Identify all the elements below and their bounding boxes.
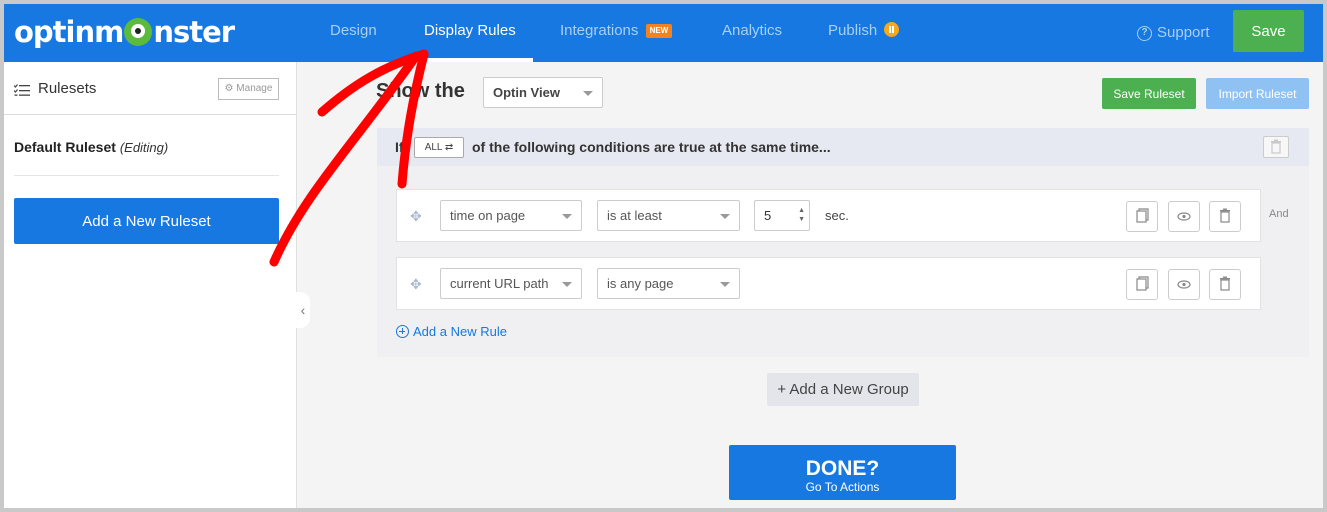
collapse-sidebar-tab[interactable]: ‹ [296,292,310,328]
match-all-toggle[interactable]: ALL ⇄ [414,137,464,158]
duplicate-rule-button[interactable] [1126,269,1158,300]
manage-button[interactable]: ⚙ Manage [218,78,279,100]
rule-field-value: current URL path [450,276,549,291]
save-ruleset-button[interactable]: Save Ruleset [1102,78,1196,109]
seconds-unit: sec. [825,208,849,223]
add-new-rule-link[interactable]: Add a New Rule [396,324,507,339]
nav-integrations[interactable]: Integrations NEW [560,4,673,62]
nav-publish-label: Publish [828,22,878,39]
rule-field-value: time on page [450,208,526,223]
nav-publish[interactable]: Publish [828,4,900,62]
manage-label: Manage [236,83,273,94]
view-select-value: Optin View [493,85,560,100]
delete-rule-button[interactable] [1209,269,1241,300]
nav-design[interactable]: Design [330,4,377,62]
drag-handle-icon[interactable]: ✥ [410,276,426,292]
trash-icon [1220,276,1230,291]
copy-icon [1136,208,1149,223]
rule-row-url-path: ✥ current URL path is any page [396,257,1261,310]
rule-operator-value: is at least [607,208,662,223]
done-title: DONE? [805,456,880,480]
app-frame: optinm nster Design Display Rules Integr… [4,4,1323,508]
seconds-value: 5 [764,208,772,223]
eye-icon [1177,212,1191,221]
nav-design-label: Design [330,22,377,39]
chevron-left-icon: ‹ [300,302,306,318]
preview-rule-button[interactable] [1168,269,1200,300]
ruleset-name: Default Ruleset [14,139,116,155]
import-ruleset-button[interactable]: Import Ruleset [1206,78,1309,109]
nav-display-rules[interactable]: Display Rules [407,4,533,62]
done-subtitle: Go To Actions [805,479,880,494]
nav-analytics-label: Analytics [722,22,783,39]
if-label: If [395,139,404,155]
chevron-down-icon [583,91,593,96]
add-new-group-button[interactable]: + Add a New Group [767,373,919,406]
rule-row-time-on-page: ✥ time on page is at least 5 ▲ ▼ sec. [396,189,1261,242]
seconds-input[interactable]: 5 ▲ ▼ [754,200,810,231]
ruleset-item-default[interactable]: Default Ruleset (Editing) [14,139,168,155]
chevron-down-icon [720,214,730,219]
question-icon: ? [1137,25,1152,41]
rule-field-select[interactable]: current URL path [440,268,582,299]
sidebar-header: Rulesets ⚙ Manage [4,62,296,115]
logo-text-left: optinm [14,15,124,49]
chevron-down-icon [562,214,572,219]
trash-icon [1271,139,1281,154]
nav-analytics[interactable]: Analytics [722,4,782,62]
checklist-icon [14,84,30,96]
pause-status-icon [884,22,900,37]
delete-group-button[interactable] [1263,136,1289,158]
rule-field-select[interactable]: time on page [440,200,582,231]
nav-display-rules-label: Display Rules [424,22,516,39]
add-new-ruleset-button[interactable]: Add a New Ruleset [14,198,279,244]
preview-rule-button[interactable] [1168,201,1200,232]
gear-icon: ⚙ [224,83,234,94]
sidebar-title: Rulesets [38,80,97,97]
view-select[interactable]: Optin View [483,77,603,108]
trash-icon [1220,208,1230,223]
drag-handle-icon[interactable]: ✥ [410,208,426,224]
plus-circle-icon [396,325,409,338]
nav-integrations-label: Integrations [560,22,639,39]
ruleset-editing-state: (Editing) [119,140,169,155]
rule-operator-value: is any page [607,276,674,291]
new-badge: NEW [645,24,673,38]
save-button[interactable]: Save [1233,10,1304,52]
chevron-down-icon [720,282,730,287]
sidebar-divider [14,175,279,176]
duplicate-rule-button[interactable] [1126,201,1158,232]
monster-mascot-icon [124,18,153,46]
top-navigation-bar: optinm nster Design Display Rules Integr… [4,4,1323,62]
optinmonster-logo[interactable]: optinm nster [14,14,235,50]
rule-operator-select[interactable]: is at least [597,200,740,231]
chevron-down-icon [562,282,572,287]
rule-group-header: If ALL ⇄ of the following conditions are… [377,128,1309,166]
copy-icon [1136,276,1149,291]
support-link[interactable]: ? Support [1137,4,1210,62]
stepper-icon[interactable]: ▲ ▼ [798,206,805,224]
rule-operator-select[interactable]: is any page [597,268,740,299]
eye-icon [1177,280,1191,289]
and-label: And [1269,208,1289,220]
done-go-to-actions-button[interactable]: DONE? Go To Actions [729,445,956,500]
rulesets-sidebar: Rulesets ⚙ Manage Default Ruleset (Editi… [4,62,297,508]
add-new-rule-label: Add a New Rule [413,324,507,339]
delete-rule-button[interactable] [1209,201,1241,232]
logo-text-right: nster [153,15,235,49]
condition-text: of the following conditions are true at … [472,139,831,155]
support-label: Support [1157,24,1210,41]
show-the-label: Show the [376,80,465,102]
rule-group: If ALL ⇄ of the following conditions are… [377,128,1309,357]
